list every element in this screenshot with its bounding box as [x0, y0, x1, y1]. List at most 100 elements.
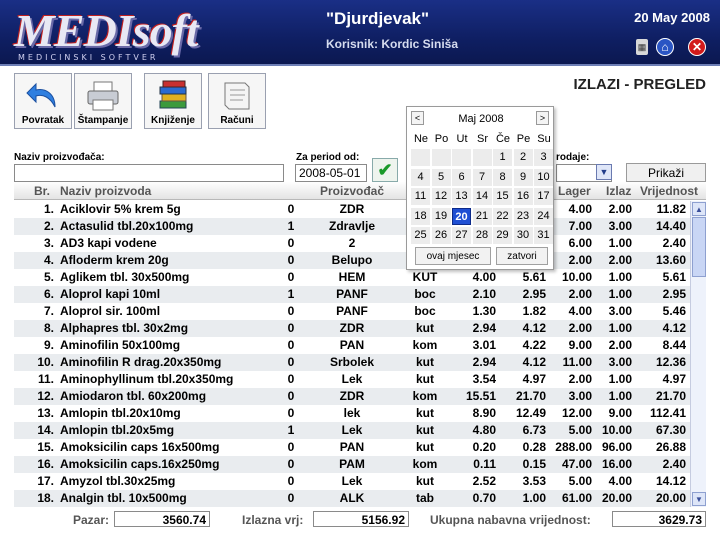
row-number: 7. — [43, 304, 54, 318]
manufacturer-cell: 2 — [348, 236, 356, 250]
this-month-button[interactable]: ovaj mjesec — [415, 247, 491, 265]
scroll-thumb[interactable] — [692, 217, 706, 277]
calendar-weekday: Pe — [516, 133, 531, 145]
unit-cell: kom — [412, 338, 438, 352]
product-name: Actasulid tbl.20x100mg — [60, 219, 194, 233]
scroll-up-icon[interactable]: ▲ — [692, 202, 706, 216]
calendar-day[interactable]: 4 — [411, 168, 430, 186]
calendar-day[interactable]: 31 — [534, 227, 553, 244]
calendar-day[interactable]: 9 — [513, 168, 533, 186]
table-scrollbar[interactable]: ▲ ▼ — [690, 201, 706, 507]
unit-cell: kom — [412, 389, 438, 403]
calendar-day[interactable]: 12 — [431, 188, 451, 205]
purchase-price-cell: 0.11 — [473, 457, 496, 471]
scroll-down-icon[interactable]: ▼ — [692, 492, 706, 506]
calendar-day[interactable]: 17 — [534, 188, 553, 205]
table-row[interactable]: 13. Amlopin tbl.20x10mg 0 lek kut 8.90 12.49 12… — [14, 405, 690, 422]
calendar-day[interactable]: 24 — [534, 207, 553, 225]
period-from-input[interactable] — [295, 164, 367, 182]
purchase-price-cell: 0.20 — [472, 440, 496, 454]
back-arrow-icon — [26, 82, 56, 108]
stock-cell: 6.00 — [568, 236, 592, 250]
table-row[interactable]: 2. Actasulid tbl.20x100mg 1 Zdravlje 7.00 3.0… — [14, 218, 690, 235]
checkmark-icon[interactable]: ✔ — [372, 158, 398, 182]
calendar-day[interactable]: 27 — [452, 227, 471, 244]
table-row[interactable]: 8. Alphapres tbl. 30x2mg 0 ZDR kut 2.94 4.12 2.… — [14, 320, 690, 337]
unit-cell: tab — [416, 491, 434, 505]
calendar-day[interactable]: 3 — [534, 149, 553, 166]
calendar-day[interactable]: 11 — [411, 188, 430, 205]
table-row[interactable]: 5. Aglikem tbl. 30x500mg 0 HEM KUT 4.00 5.61 10… — [14, 269, 690, 286]
table-row[interactable]: 18. Analgin tbl. 10x500mg 0 ALK tab 0.70 1.00 6… — [14, 490, 690, 507]
calendar-day[interactable]: 19 — [431, 207, 451, 225]
table-row[interactable]: 9. Aminofilin 50x100mg 0 PAN kom 3.01 4.22 9.00… — [14, 337, 690, 354]
calendar-day[interactable]: 14 — [472, 188, 492, 205]
value-cell: 13.60 — [655, 253, 686, 267]
invoices-button[interactable]: Računi — [208, 73, 266, 129]
purchase-price-cell: 3.54 — [472, 372, 496, 386]
table-row[interactable]: 7. Aloprol sir. 100ml 0 PANF boc 1.30 1.82 4.00… — [14, 303, 690, 320]
stock-cell: 7.00 — [568, 219, 592, 233]
back-button[interactable]: Povratak — [14, 73, 72, 129]
purchase-value-label: Ukupna nabavna vrijednost: — [430, 513, 591, 527]
table-row[interactable]: 10. Aminofilin R drag.20x350mg 0 Srbolek kut… — [14, 354, 690, 371]
row-flag: 0 — [287, 270, 295, 284]
calendar-day[interactable]: 25 — [411, 227, 430, 244]
row-number: 12. — [37, 389, 54, 403]
value-cell: 8.44 — [662, 338, 686, 352]
value-cell: 2.40 — [662, 457, 686, 471]
calendar-day[interactable]: 16 — [513, 188, 533, 205]
home-icon[interactable]: ⌂ — [656, 38, 674, 56]
booking-button[interactable]: Knjiženje — [144, 73, 202, 129]
calendar-day[interactable]: 20 — [452, 207, 471, 225]
row-flag: 1 — [287, 219, 295, 233]
calendar-day[interactable]: 2 — [513, 149, 533, 166]
manufacturer-input[interactable] — [14, 164, 284, 182]
table-row[interactable]: 14. Amlopin tbl.20x5mg 1 Lek kut 4.80 6.73 5.00… — [14, 422, 690, 439]
close-icon[interactable]: ✕ — [688, 38, 706, 56]
calendar-day[interactable]: 6 — [452, 168, 471, 186]
purchase-price-cell: 4.00 — [472, 270, 496, 284]
column-value: Vrijednost — [640, 184, 699, 198]
stock-cell: 61.00 — [561, 491, 592, 505]
calendar-day[interactable]: 15 — [493, 188, 512, 205]
calendar-day[interactable]: 18 — [411, 207, 430, 225]
table-row[interactable]: 11. Aminophyllinum tbl.20x350mg 0 Lek kut 3.5… — [14, 371, 690, 388]
calendar-day[interactable]: 29 — [493, 227, 512, 244]
calendar-day[interactable]: 22 — [493, 207, 512, 225]
calendar-day[interactable]: 30 — [513, 227, 533, 244]
sale-price-cell: 4.97 — [522, 372, 546, 386]
calendar-day[interactable]: 5 — [431, 168, 451, 186]
sale-price-cell: 4.22 — [522, 338, 546, 352]
table-row[interactable]: 1. Aciklovir 5% krem 5g 0 ZDR 4.00 2.00 11.82 — [14, 201, 690, 218]
calendar-day[interactable]: 21 — [472, 207, 492, 225]
show-button[interactable]: Prikaži — [626, 163, 706, 182]
calendar-day[interactable]: 26 — [431, 227, 451, 244]
calendar-next-button[interactable]: > — [536, 111, 549, 125]
table-row[interactable]: 16. Amoksicilin caps.16x250mg 0 PAM kom 0.11 0… — [14, 456, 690, 473]
print-button[interactable]: Štampanje — [74, 73, 132, 129]
calendar-day[interactable]: 8 — [493, 168, 512, 186]
chevron-down-icon[interactable]: ▼ — [596, 164, 612, 180]
calendar-close-button[interactable]: zatvori — [496, 247, 548, 265]
calendar-day[interactable]: 13 — [452, 188, 471, 205]
row-flag: 0 — [287, 338, 295, 352]
table-row[interactable]: 3. AD3 kapi vodene 0 2 6.00 1.00 2.40 — [14, 235, 690, 252]
table-row[interactable]: 12. Amiodaron tbl. 60x200mg 0 ZDR kom 15.51 21… — [14, 388, 690, 405]
calendar-day[interactable]: 1 — [493, 149, 512, 166]
calculator-icon[interactable]: ▦ — [636, 39, 648, 55]
manufacturer-cell: HEM — [338, 270, 366, 284]
table-row[interactable]: 4. Afloderm krem 20g 0 Belupo 2.00 2.00 13.60 — [14, 252, 690, 269]
calendar-day[interactable]: 7 — [472, 168, 492, 186]
product-name: Amlopin tbl.20x10mg — [60, 406, 181, 420]
table-row[interactable]: 17. Amyzol tbl.30x25mg 0 Lek kut 2.52 3.53 5.00… — [14, 473, 690, 490]
sale-price-cell: 5.61 — [522, 270, 546, 284]
row-number: 5. — [43, 270, 54, 284]
calendar-day[interactable]: 10 — [534, 168, 553, 186]
table-row[interactable]: 6. Aloprol kapi 10ml 1 PANF boc 2.10 2.95 2.00 1… — [14, 286, 690, 303]
table-row[interactable]: 15. Amoksicilin caps 16x500mg 0 PAN kut 0.20 0… — [14, 439, 690, 456]
calendar-day[interactable]: 28 — [472, 227, 492, 244]
calendar-day[interactable]: 23 — [513, 207, 533, 225]
books-icon — [159, 80, 187, 109]
back-label: Povratak — [21, 115, 65, 126]
